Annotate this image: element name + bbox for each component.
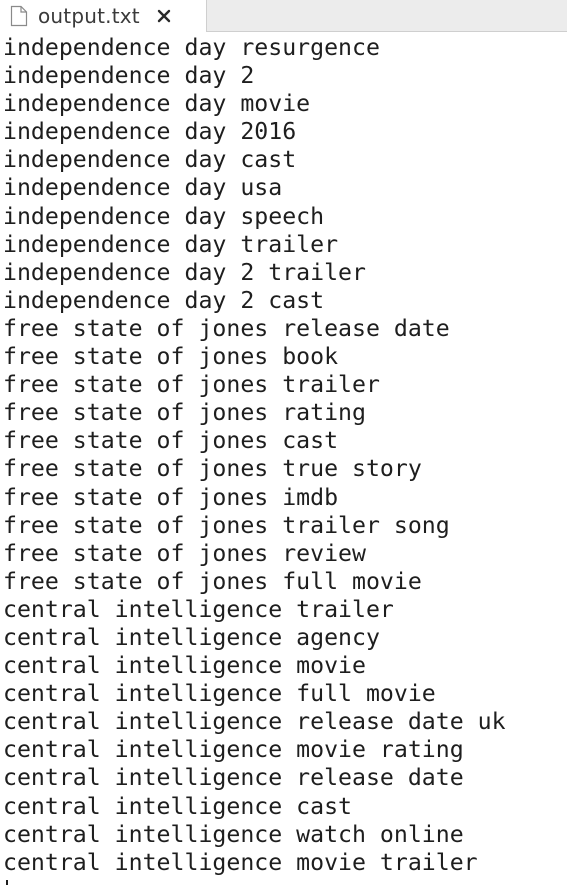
- tab-output-txt[interactable]: output.txt: [0, 0, 207, 32]
- text-line: free state of jones trailer: [3, 371, 380, 399]
- text-line: free state of jones cast: [3, 427, 339, 455]
- text-line: central intelligence release date uk: [3, 708, 506, 736]
- text-line: free state of jones rating: [3, 399, 366, 427]
- text-line: free state of jones true story: [3, 455, 422, 483]
- text-editor[interactable]: independence day resurgence independence …: [0, 34, 567, 885]
- text-line: central intelligence movie rating: [3, 736, 464, 764]
- close-icon[interactable]: [155, 7, 173, 25]
- file-icon: [10, 5, 28, 27]
- text-line: free state of jones release date: [3, 314, 450, 342]
- text-line: free state of jones review: [3, 539, 366, 567]
- text-line: independence day movie: [3, 90, 311, 118]
- text-line: free state of jones full movie: [3, 567, 422, 595]
- text-line: central intelligence movie trailer: [3, 848, 478, 876]
- text-line: free state of jones book: [3, 343, 339, 371]
- text-line: independence day 2016: [3, 118, 297, 146]
- text-line: independence day 2 cast: [3, 286, 325, 314]
- text-line: free state of jones imdb: [3, 483, 339, 511]
- text-line: independence day 2 trailer: [3, 258, 366, 286]
- text-line: central intelligence trailer: [3, 595, 394, 623]
- text-line: central intelligence release date: [3, 764, 464, 792]
- text-line: independence day trailer: [3, 230, 339, 258]
- text-line: independence day 2: [3, 62, 255, 90]
- text-line: free state of jones trailer song: [3, 511, 450, 539]
- text-line: central intelligence full movie: [3, 680, 436, 708]
- text-cursor: [6, 880, 8, 885]
- tab-bar: output.txt: [0, 0, 567, 32]
- text-line: independence day resurgence: [3, 34, 380, 61]
- text-line: independence day cast: [3, 146, 297, 174]
- text-line: independence day speech: [3, 202, 325, 230]
- tab-filename: output.txt: [38, 4, 140, 28]
- text-line: independence day usa: [3, 174, 283, 202]
- text-line: central intelligence movie: [3, 652, 366, 680]
- text-line: central intelligence cast: [3, 792, 353, 820]
- text-lines: independence day resurgence independence …: [0, 34, 567, 877]
- text-line: central intelligence watch online: [3, 820, 464, 848]
- text-line: central intelligence agency: [3, 623, 380, 651]
